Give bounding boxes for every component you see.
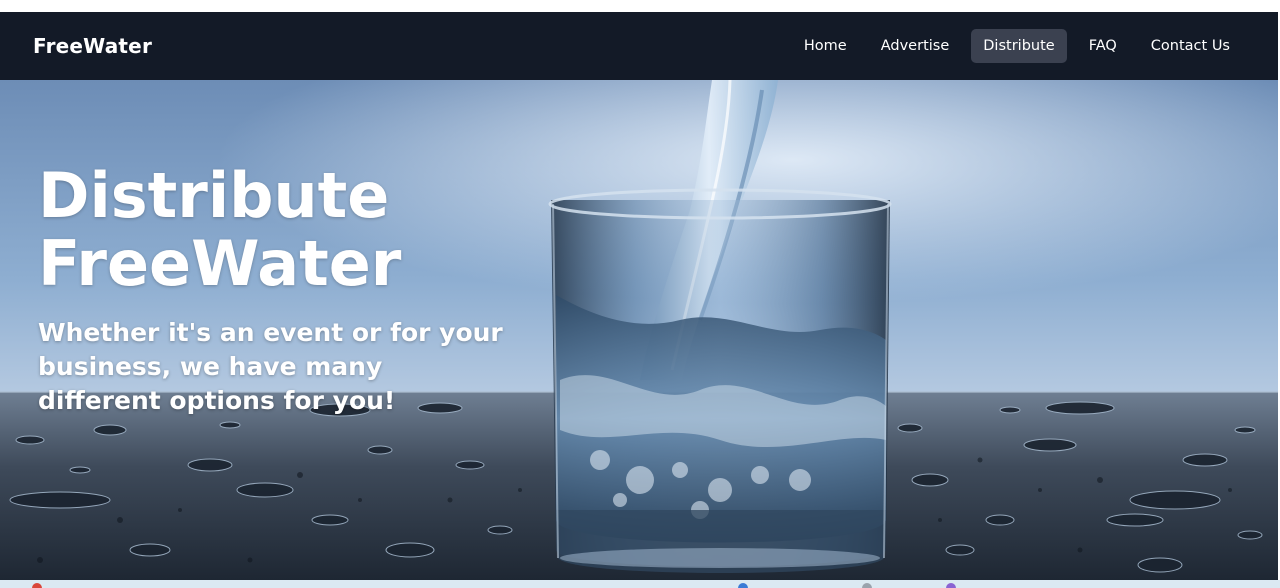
nav-link-advertise[interactable]: Advertise (869, 29, 962, 63)
hero-title: Distribute FreeWater (38, 162, 508, 298)
gray-dot-icon (862, 583, 872, 588)
nav-link-faq[interactable]: FAQ (1077, 29, 1129, 63)
hero-text: Distribute FreeWater Whether it's an eve… (38, 162, 508, 418)
purple-dot-icon (946, 583, 956, 588)
hero-section: Distribute FreeWater Whether it's an eve… (0, 80, 1278, 580)
hero-title-line2: FreeWater (38, 227, 402, 300)
red-dot-icon (32, 583, 42, 588)
hero-subtitle: Whether it's an event or for your busine… (38, 318, 503, 415)
window-top-strip (0, 0, 1280, 12)
nav-link-home[interactable]: Home (792, 29, 859, 63)
brand-logo[interactable]: FreeWater (33, 34, 152, 58)
nav-link-contact-us[interactable]: Contact Us (1139, 29, 1242, 63)
hero-title-line1: Distribute (38, 159, 390, 232)
nav-links: Home Advertise Distribute FAQ Contact Us (792, 29, 1242, 63)
navbar: FreeWater Home Advertise Distribute FAQ … (0, 12, 1278, 80)
blue-dot-icon (738, 583, 748, 588)
bottom-strip (0, 580, 1280, 588)
nav-link-distribute[interactable]: Distribute (971, 29, 1067, 63)
